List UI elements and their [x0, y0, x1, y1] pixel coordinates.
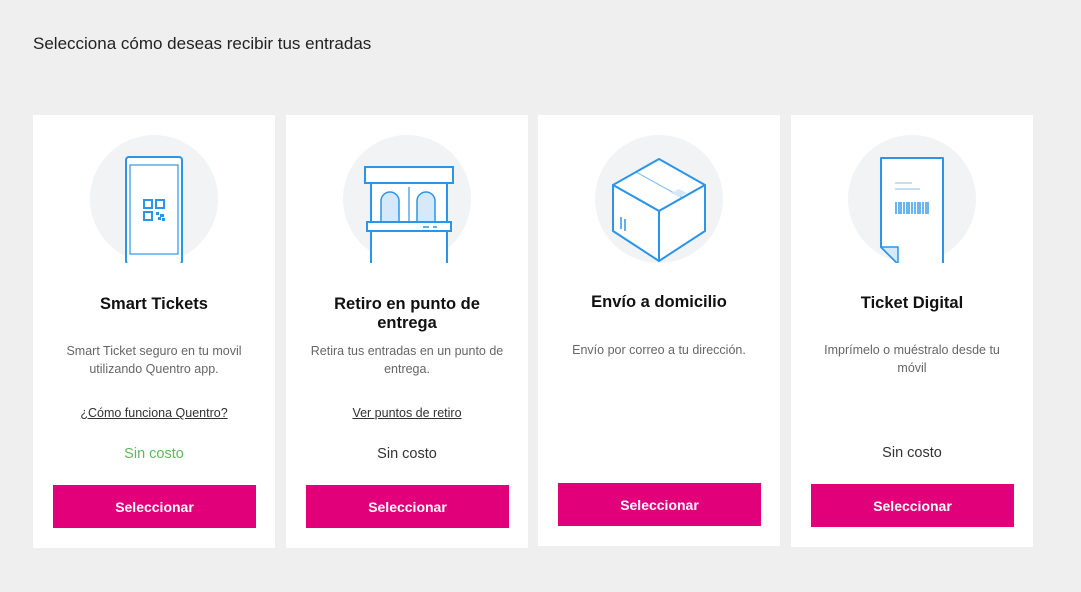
- card-description: Smart Ticket seguro en tu movil utilizan…: [66, 344, 242, 376]
- digital-ticket-icon: [848, 135, 976, 263]
- card-description: Imprímelo o muéstralo desde tu móvil: [824, 343, 1000, 375]
- price-label: Sin costo: [377, 446, 437, 462]
- how-quentro-works-link[interactable]: ¿Cómo funciona Quentro?: [43, 406, 265, 420]
- delivery-option-smart-tickets: Smart Tickets Smart Ticket seguro en tu …: [33, 115, 275, 548]
- price-label: Sin costo: [882, 445, 942, 461]
- card-title: Retiro en punto de entrega: [334, 295, 480, 332]
- delivery-option-pickup-point: Retiro en punto de entrega Retira tus en…: [286, 115, 528, 548]
- ticket-booth-icon: [343, 135, 471, 263]
- pickup-points-link[interactable]: Ver puntos de retiro: [296, 406, 518, 420]
- page-title: Selecciona cómo deseas recibir tus entra…: [33, 34, 372, 53]
- card-title: Envío a domicilio: [591, 293, 727, 311]
- delivery-options: Smart Tickets Smart Ticket seguro en tu …: [33, 115, 1033, 548]
- card-description: Retira tus entradas en un punto de entre…: [310, 344, 504, 376]
- card-description: Envío por correo a tu dirección.: [572, 343, 746, 357]
- card-title: Smart Tickets: [100, 295, 208, 313]
- card-title: Ticket Digital: [860, 294, 964, 312]
- select-pickup-point-button[interactable]: Seleccionar: [306, 485, 509, 528]
- smartphone-qr-icon: [90, 135, 218, 263]
- select-home-delivery-button[interactable]: Seleccionar: [558, 483, 761, 526]
- select-smart-tickets-button[interactable]: Seleccionar: [53, 485, 256, 528]
- delivery-option-home-delivery: Envío a domicilio Envío por correo a tu …: [538, 115, 780, 546]
- select-digital-ticket-button[interactable]: Seleccionar: [811, 484, 1014, 527]
- price-label: Sin costo: [124, 446, 184, 462]
- delivery-box-icon: [595, 135, 723, 263]
- delivery-option-digital-ticket: Ticket Digital Imprímelo o muéstralo des…: [791, 115, 1033, 547]
